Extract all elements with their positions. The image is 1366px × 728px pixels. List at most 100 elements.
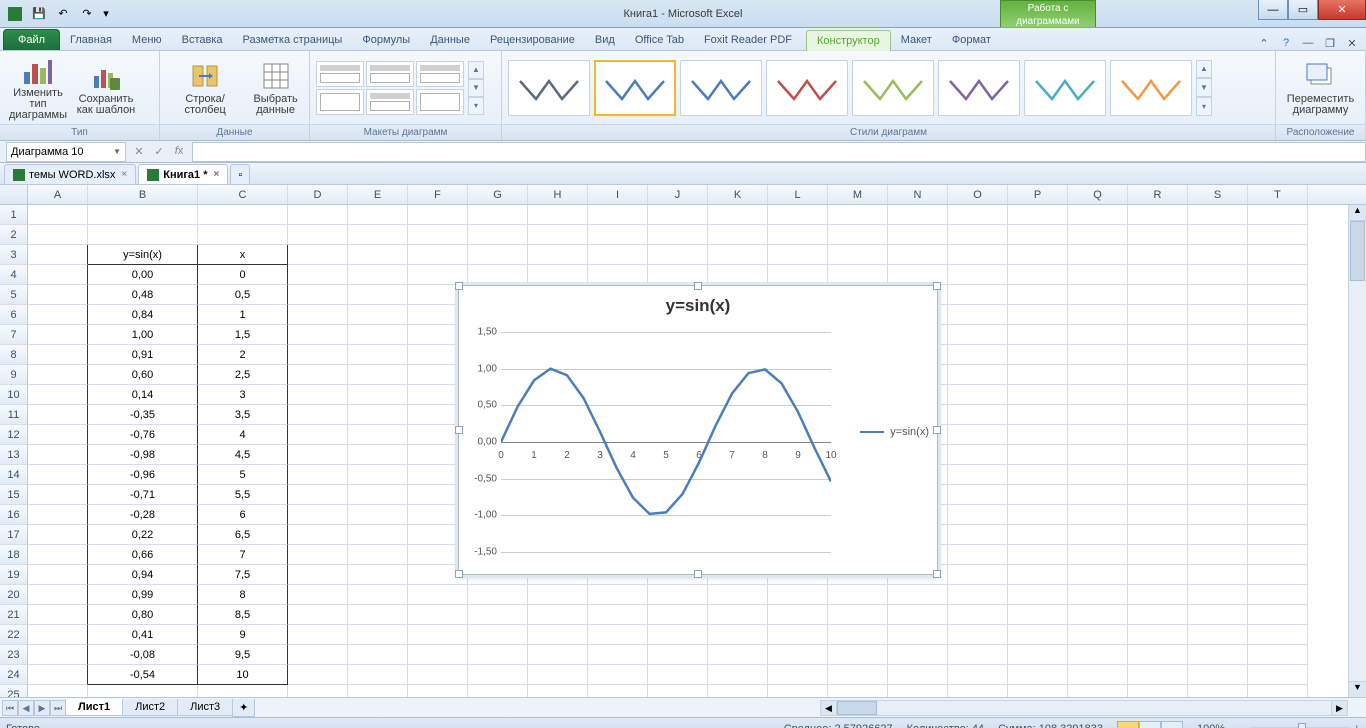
cell[interactable] — [288, 445, 348, 465]
sheet-nav-prev-icon[interactable]: ◀ — [18, 700, 34, 716]
cell[interactable] — [408, 585, 468, 605]
cell[interactable] — [648, 585, 708, 605]
cell[interactable] — [1128, 565, 1188, 585]
cell[interactable] — [1068, 285, 1128, 305]
dropdown-icon[interactable]: ▼ — [113, 147, 121, 156]
cell[interactable] — [288, 245, 348, 265]
row-header[interactable]: 16 — [0, 505, 28, 525]
cell[interactable]: -0,54 — [88, 665, 198, 685]
cell[interactable]: 9 — [198, 625, 288, 645]
cell[interactable] — [348, 465, 408, 485]
cell[interactable] — [1128, 545, 1188, 565]
cell[interactable] — [1248, 265, 1308, 285]
cell[interactable] — [288, 405, 348, 425]
row-header[interactable]: 15 — [0, 485, 28, 505]
gallery-up-icon[interactable]: ▲ — [1196, 60, 1212, 79]
column-header[interactable]: R — [1128, 185, 1188, 204]
cell[interactable] — [288, 385, 348, 405]
row-header[interactable]: 23 — [0, 645, 28, 665]
cell[interactable] — [1188, 625, 1248, 645]
cell[interactable] — [708, 605, 768, 625]
cell[interactable] — [1248, 505, 1308, 525]
workbook-restore-icon[interactable]: ❐ — [1322, 37, 1338, 50]
cell[interactable]: 1,5 — [198, 325, 288, 345]
cell[interactable]: 6,5 — [198, 525, 288, 545]
cell[interactable] — [1128, 405, 1188, 425]
cell[interactable] — [348, 545, 408, 565]
cell[interactable] — [348, 585, 408, 605]
qat-customize-icon[interactable]: ▾ — [100, 3, 112, 25]
layout-option[interactable] — [316, 89, 364, 115]
column-header[interactable]: T — [1248, 185, 1308, 204]
cell[interactable] — [1188, 285, 1248, 305]
cell[interactable] — [1008, 445, 1068, 465]
cell[interactable] — [1248, 245, 1308, 265]
cell[interactable] — [28, 505, 88, 525]
cell[interactable] — [648, 605, 708, 625]
cell[interactable] — [1068, 505, 1128, 525]
cell[interactable] — [288, 325, 348, 345]
row-header[interactable]: 9 — [0, 365, 28, 385]
scroll-down-icon[interactable]: ▼ — [1349, 681, 1366, 697]
cell[interactable] — [828, 265, 888, 285]
cell[interactable] — [528, 225, 588, 245]
chart-styles-gallery[interactable]: ▲▼▾ — [508, 60, 1212, 116]
cell[interactable] — [948, 485, 1008, 505]
column-header[interactable]: N — [888, 185, 948, 204]
row-header[interactable]: 10 — [0, 385, 28, 405]
zoom-slider[interactable]: − + — [1239, 723, 1360, 728]
cell[interactable] — [1248, 225, 1308, 245]
cell[interactable] — [198, 205, 288, 225]
cell[interactable] — [288, 605, 348, 625]
cell[interactable] — [768, 245, 828, 265]
column-header[interactable]: D — [288, 185, 348, 204]
switch-row-column-button[interactable]: Строка/столбец — [166, 54, 244, 122]
cell[interactable] — [348, 345, 408, 365]
cell[interactable] — [1188, 585, 1248, 605]
cell[interactable] — [1248, 485, 1308, 505]
zoom-out-icon[interactable]: − — [1239, 723, 1245, 728]
cell[interactable] — [1188, 305, 1248, 325]
cell[interactable] — [1188, 345, 1248, 365]
cell[interactable] — [528, 245, 588, 265]
cell[interactable] — [1248, 645, 1308, 665]
cell[interactable]: 0,99 — [88, 585, 198, 605]
cell[interactable] — [1188, 445, 1248, 465]
cell[interactable] — [1128, 485, 1188, 505]
cell[interactable] — [348, 285, 408, 305]
cell[interactable] — [1128, 345, 1188, 365]
cell[interactable] — [348, 485, 408, 505]
cell[interactable]: 2 — [198, 345, 288, 365]
cell[interactable] — [948, 645, 1008, 665]
name-box[interactable]: Диаграмма 10▼ — [6, 142, 126, 162]
cell[interactable] — [468, 265, 528, 285]
cell[interactable] — [288, 585, 348, 605]
cell[interactable] — [1248, 365, 1308, 385]
cell[interactable] — [768, 645, 828, 665]
column-header[interactable]: K — [708, 185, 768, 204]
cell[interactable] — [1008, 325, 1068, 345]
close-tab-icon[interactable]: × — [214, 169, 220, 180]
cell[interactable] — [28, 225, 88, 245]
cell[interactable] — [708, 585, 768, 605]
cell[interactable] — [1128, 325, 1188, 345]
cell[interactable] — [28, 345, 88, 365]
row-header[interactable]: 11 — [0, 405, 28, 425]
cell[interactable] — [1008, 205, 1068, 225]
cell[interactable] — [28, 405, 88, 425]
cell[interactable] — [948, 285, 1008, 305]
vertical-scrollbar[interactable]: ▲ ▼ — [1348, 205, 1366, 697]
cell[interactable]: 0,5 — [198, 285, 288, 305]
cell[interactable] — [408, 225, 468, 245]
cell[interactable] — [1248, 585, 1308, 605]
change-chart-type-button[interactable]: Изменить тип диаграммы — [6, 54, 70, 122]
cell[interactable] — [1068, 385, 1128, 405]
save-as-template-button[interactable]: Сохранить как шаблон — [74, 54, 138, 122]
cell[interactable] — [1188, 605, 1248, 625]
cell[interactable] — [28, 385, 88, 405]
workbook-minimize-icon[interactable]: — — [1300, 37, 1316, 50]
cell[interactable] — [1068, 485, 1128, 505]
cell[interactable] — [828, 625, 888, 645]
cell[interactable] — [468, 665, 528, 685]
cell[interactable] — [1128, 645, 1188, 665]
